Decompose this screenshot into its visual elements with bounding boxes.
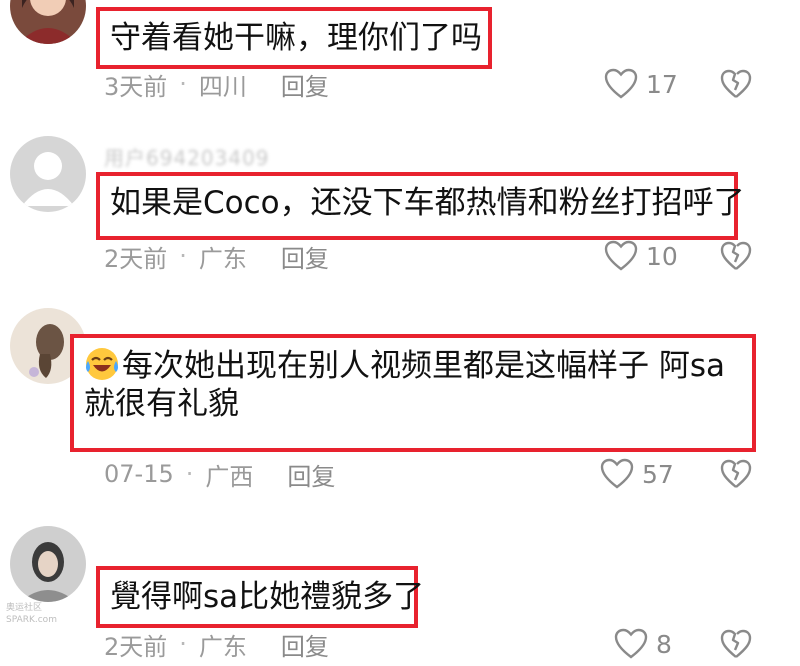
broken-heart-icon xyxy=(720,69,752,98)
like-count: 17 xyxy=(646,69,678,99)
avatar-image xyxy=(10,0,86,44)
avatar[interactable] xyxy=(10,136,86,212)
like-count: 10 xyxy=(646,241,678,271)
avatar[interactable] xyxy=(10,0,86,44)
comment-text: 就很有礼貌 xyxy=(84,386,239,422)
comment-text: 覺得啊sa比她禮貌多了 xyxy=(110,579,425,615)
like-count: 57 xyxy=(642,459,674,489)
username[interactable]: 用户694203409 xyxy=(104,142,270,171)
reply-button[interactable]: 回复 xyxy=(281,67,329,102)
default-avatar-icon xyxy=(10,136,86,212)
comment-meta: 2天前 · 广东 回复 xyxy=(104,624,329,664)
heart-outline-icon xyxy=(604,68,638,99)
comment-time: 3天前 xyxy=(104,72,168,101)
comment-text-highlight: 守着看她干嘛，理你们了吗 xyxy=(96,7,492,69)
dislike-button[interactable] xyxy=(720,628,752,660)
comment-meta: 2天前 · 广东 回复 xyxy=(104,236,329,276)
comment-text: 守着看她干嘛，理你们了吗 xyxy=(110,20,482,56)
meta-separator: · xyxy=(185,460,194,488)
comment-text: 如果是Coco，还没下车都热情和粉丝打招呼了 xyxy=(110,185,745,221)
watermark-line: 奥运社区 xyxy=(6,603,43,613)
comment-text-highlight: 覺得啊sa比她禮貌多了 xyxy=(96,566,425,628)
broken-heart-icon xyxy=(720,629,752,658)
watermark: 奥运社区 SPARK.com xyxy=(6,602,57,626)
meta-separator: · xyxy=(179,630,187,658)
meta-separator: · xyxy=(179,242,187,270)
watermark-line: SPARK.com xyxy=(6,615,57,625)
dislike-button[interactable] xyxy=(720,240,752,272)
comment-meta: 3天前 · 四川 回复 xyxy=(104,64,329,104)
comment-text: 每次她出现在别人视频里都是这幅样子 阿sa xyxy=(122,348,725,384)
broken-heart-icon xyxy=(720,241,752,270)
comment-time: 2天前 xyxy=(104,632,168,661)
comment-text-highlight: 每次她出现在别人视频里都是这幅样子 阿sa 就很有礼貌 xyxy=(70,334,756,452)
avatar[interactable] xyxy=(10,526,86,602)
comment-meta: 07-15 · 广西 回复 xyxy=(104,454,335,494)
reply-button[interactable]: 回复 xyxy=(281,627,329,662)
like-button[interactable]: 57 xyxy=(600,454,674,494)
dislike-button[interactable] xyxy=(720,458,752,490)
meta-separator: · xyxy=(179,70,187,98)
like-count: 8 xyxy=(656,629,672,659)
comment-text-highlight: 如果是Coco，还没下车都热情和粉丝打招呼了 xyxy=(96,172,745,240)
avatar-image xyxy=(10,526,86,602)
heart-outline-icon xyxy=(614,628,648,659)
reply-button[interactable]: 回复 xyxy=(281,239,329,274)
comment-text-line: 每次她出现在别人视频里都是这幅样子 阿sa xyxy=(84,346,742,385)
dislike-button[interactable] xyxy=(720,68,752,100)
comment-location: 广东 xyxy=(198,244,247,273)
laughing-crying-emoji-icon xyxy=(84,346,120,382)
comment-location: 广东 xyxy=(198,632,247,661)
like-button[interactable]: 17 xyxy=(604,64,678,104)
heart-outline-icon xyxy=(600,458,634,489)
like-button[interactable]: 10 xyxy=(604,236,678,276)
broken-heart-icon xyxy=(720,459,752,488)
like-button[interactable]: 8 xyxy=(614,624,672,664)
heart-outline-icon xyxy=(604,240,638,271)
comment-location: 四川 xyxy=(198,72,247,101)
comment-location: 广西 xyxy=(205,462,254,491)
comment-time: 2天前 xyxy=(104,244,168,273)
reply-button[interactable]: 回复 xyxy=(287,457,335,492)
comment-time: 07-15 xyxy=(104,460,174,488)
